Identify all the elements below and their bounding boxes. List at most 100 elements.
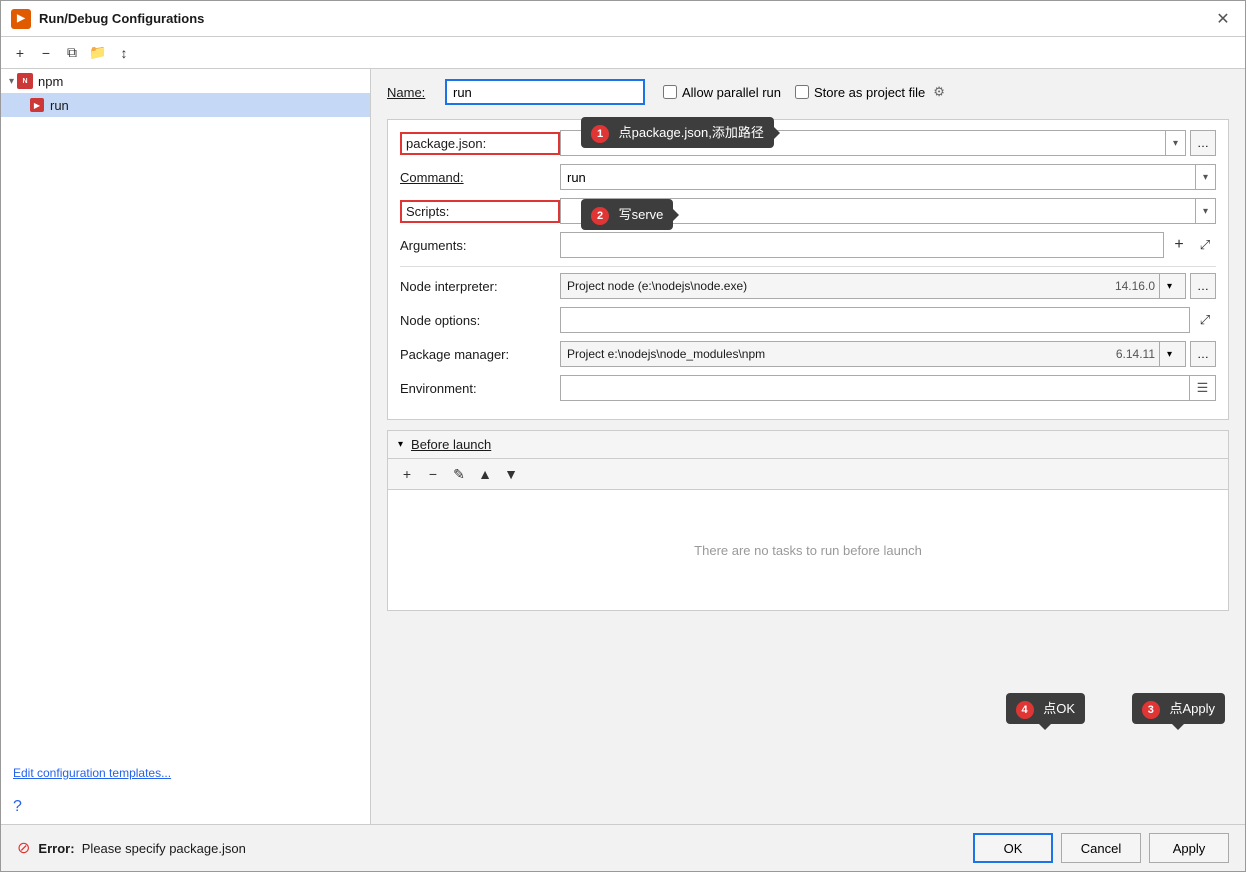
- package-json-field[interactable]: ▾: [560, 130, 1186, 156]
- package-json-control: ▾ …: [560, 130, 1216, 156]
- bubble4-text: 点OK: [1043, 701, 1075, 716]
- remove-config-button[interactable]: −: [35, 42, 57, 64]
- folder-config-button[interactable]: 📁: [87, 42, 109, 64]
- package-manager-version: 6.14.11: [1116, 347, 1159, 361]
- cancel-button[interactable]: Cancel: [1061, 833, 1141, 863]
- scripts-label: Scripts:: [400, 200, 560, 223]
- environment-field[interactable]: ☰: [560, 375, 1216, 401]
- environment-control: ☰: [560, 375, 1216, 401]
- edit-templates-link[interactable]: Edit configuration templates...: [1, 756, 370, 790]
- scripts-row: Scripts: ▾: [400, 198, 1216, 224]
- package-manager-field[interactable]: Project e:\nodejs\node_modules\npm 6.14.…: [560, 341, 1186, 367]
- package-json-row: package.json: ▾ …: [400, 130, 1216, 156]
- environment-label: Environment:: [400, 381, 560, 396]
- step-badge-4: 4: [1016, 701, 1034, 719]
- error-icon: ⊘: [17, 838, 30, 858]
- close-button[interactable]: ✕: [1211, 7, 1235, 31]
- package-manager-dropdown-arrow[interactable]: ▾: [1159, 342, 1179, 366]
- environment-row: Environment: ☰: [400, 375, 1216, 401]
- package-json-dropdown-arrow[interactable]: ▾: [1165, 131, 1185, 155]
- command-dropdown-arrow[interactable]: ▾: [1195, 165, 1215, 189]
- scripts-field[interactable]: ▾: [560, 198, 1216, 224]
- package-manager-browse-button[interactable]: …: [1190, 341, 1216, 367]
- environment-edit-icon[interactable]: ☰: [1189, 376, 1215, 400]
- run-icon: ▶: [29, 97, 45, 113]
- help-icon[interactable]: ?: [1, 790, 370, 824]
- tree-item-run[interactable]: ▶ run: [1, 93, 370, 117]
- store-as-project-label: Store as project file: [814, 85, 925, 100]
- node-interpreter-value: Project node (e:\nodejs\node.exe): [567, 279, 747, 293]
- right-panel: Name: Allow parallel run Store as projec…: [371, 69, 1245, 824]
- dialog-title: Run/Debug Configurations: [39, 11, 1211, 26]
- package-manager-label: Package manager:: [400, 347, 560, 362]
- name-label: Name:: [387, 85, 437, 100]
- before-launch-section: ▾ Before launch + − ✎ ▲ ▼ There are no t…: [387, 430, 1229, 611]
- ok-button[interactable]: OK: [973, 833, 1053, 863]
- main-content: ▾ N npm ▶ run Edit configuration templat…: [1, 69, 1245, 824]
- command-row: Command: run ▾: [400, 164, 1216, 190]
- command-control: run ▾: [560, 164, 1216, 190]
- node-interpreter-dropdown-arrow[interactable]: ▾: [1159, 274, 1179, 298]
- copy-config-button[interactable]: ⧉: [61, 42, 83, 64]
- before-launch-up-button[interactable]: ▲: [474, 463, 496, 485]
- checkbox-group: Allow parallel run Store as project file…: [663, 84, 945, 100]
- chevron-icon: ▾: [9, 76, 14, 87]
- scripts-dropdown-arrow[interactable]: ▾: [1195, 199, 1215, 223]
- name-input[interactable]: [445, 79, 645, 105]
- arguments-expand-button[interactable]: ⤢: [1194, 234, 1216, 256]
- node-interpreter-field[interactable]: Project node (e:\nodejs\node.exe) 14.16.…: [560, 273, 1186, 299]
- bottom-bar: ⊘ Error: Please specify package.json OK …: [1, 824, 1245, 871]
- node-options-expand-button[interactable]: ⤢: [1194, 309, 1216, 331]
- before-launch-empty-text: There are no tasks to run before launch: [694, 543, 922, 558]
- tree-run-label: run: [50, 98, 69, 113]
- before-launch-remove-button[interactable]: −: [422, 463, 444, 485]
- error-message: Please specify package.json: [82, 841, 246, 856]
- before-launch-header: ▾ Before launch: [388, 431, 1228, 459]
- apply-button[interactable]: Apply: [1149, 833, 1229, 863]
- package-json-browse-button[interactable]: …: [1190, 130, 1216, 156]
- package-manager-value: Project e:\nodejs\node_modules\npm: [567, 347, 765, 361]
- left-panel: ▾ N npm ▶ run Edit configuration templat…: [1, 69, 371, 824]
- arguments-control: + ⤢: [560, 232, 1216, 258]
- node-options-control: ⤢: [560, 307, 1216, 333]
- sort-config-button[interactable]: ↕: [113, 42, 135, 64]
- node-interpreter-row: Node interpreter: Project node (e:\nodej…: [400, 273, 1216, 299]
- scripts-control: ▾: [560, 198, 1216, 224]
- arguments-input[interactable]: [560, 232, 1164, 258]
- node-interpreter-label: Node interpreter:: [400, 279, 560, 294]
- before-launch-down-button[interactable]: ▼: [500, 463, 522, 485]
- arguments-row: Arguments: + ⤢: [400, 232, 1216, 258]
- node-interpreter-control: Project node (e:\nodejs\node.exe) 14.16.…: [560, 273, 1216, 299]
- before-launch-label: Before launch: [411, 437, 491, 452]
- add-config-button[interactable]: +: [9, 42, 31, 64]
- title-bar: ▶ Run/Debug Configurations ✕: [1, 1, 1245, 37]
- command-label: Command:: [400, 170, 560, 185]
- store-as-project-checkbox[interactable]: [795, 85, 809, 99]
- store-as-project-item: Store as project file ⚙: [795, 84, 945, 100]
- package-json-label: package.json:: [400, 132, 560, 155]
- bubble3-text: 点Apply: [1169, 701, 1215, 716]
- arguments-label: Arguments:: [400, 238, 560, 253]
- allow-parallel-checkbox[interactable]: [663, 85, 677, 99]
- allow-parallel-item: Allow parallel run: [663, 85, 781, 100]
- error-label: Error:: [38, 841, 74, 856]
- tree-item-npm[interactable]: ▾ N npm: [1, 69, 370, 93]
- package-manager-control: Project e:\nodejs\node_modules\npm 6.14.…: [560, 341, 1216, 367]
- command-field[interactable]: run ▾: [560, 164, 1216, 190]
- npm-icon: N: [17, 73, 33, 89]
- node-options-label: Node options:: [400, 313, 560, 328]
- before-launch-toolbar: + − ✎ ▲ ▼: [388, 459, 1228, 490]
- before-launch-add-button[interactable]: +: [396, 463, 418, 485]
- allow-parallel-label: Allow parallel run: [682, 85, 781, 100]
- before-launch-empty: There are no tasks to run before launch: [388, 490, 1228, 610]
- arguments-add-button[interactable]: +: [1168, 234, 1190, 256]
- gear-icon[interactable]: ⚙: [933, 84, 945, 100]
- node-interpreter-browse-button[interactable]: …: [1190, 273, 1216, 299]
- before-launch-edit-button[interactable]: ✎: [448, 463, 470, 485]
- run-debug-dialog: ▶ Run/Debug Configurations ✕ + − ⧉ 📁 ↕ ▾…: [0, 0, 1246, 872]
- tree-npm-label: npm: [38, 74, 63, 89]
- node-options-input[interactable]: [560, 307, 1190, 333]
- app-icon: ▶: [11, 9, 31, 29]
- annotation-bubble-3: 3 点Apply: [1132, 693, 1225, 724]
- before-launch-chevron: ▾: [398, 439, 403, 450]
